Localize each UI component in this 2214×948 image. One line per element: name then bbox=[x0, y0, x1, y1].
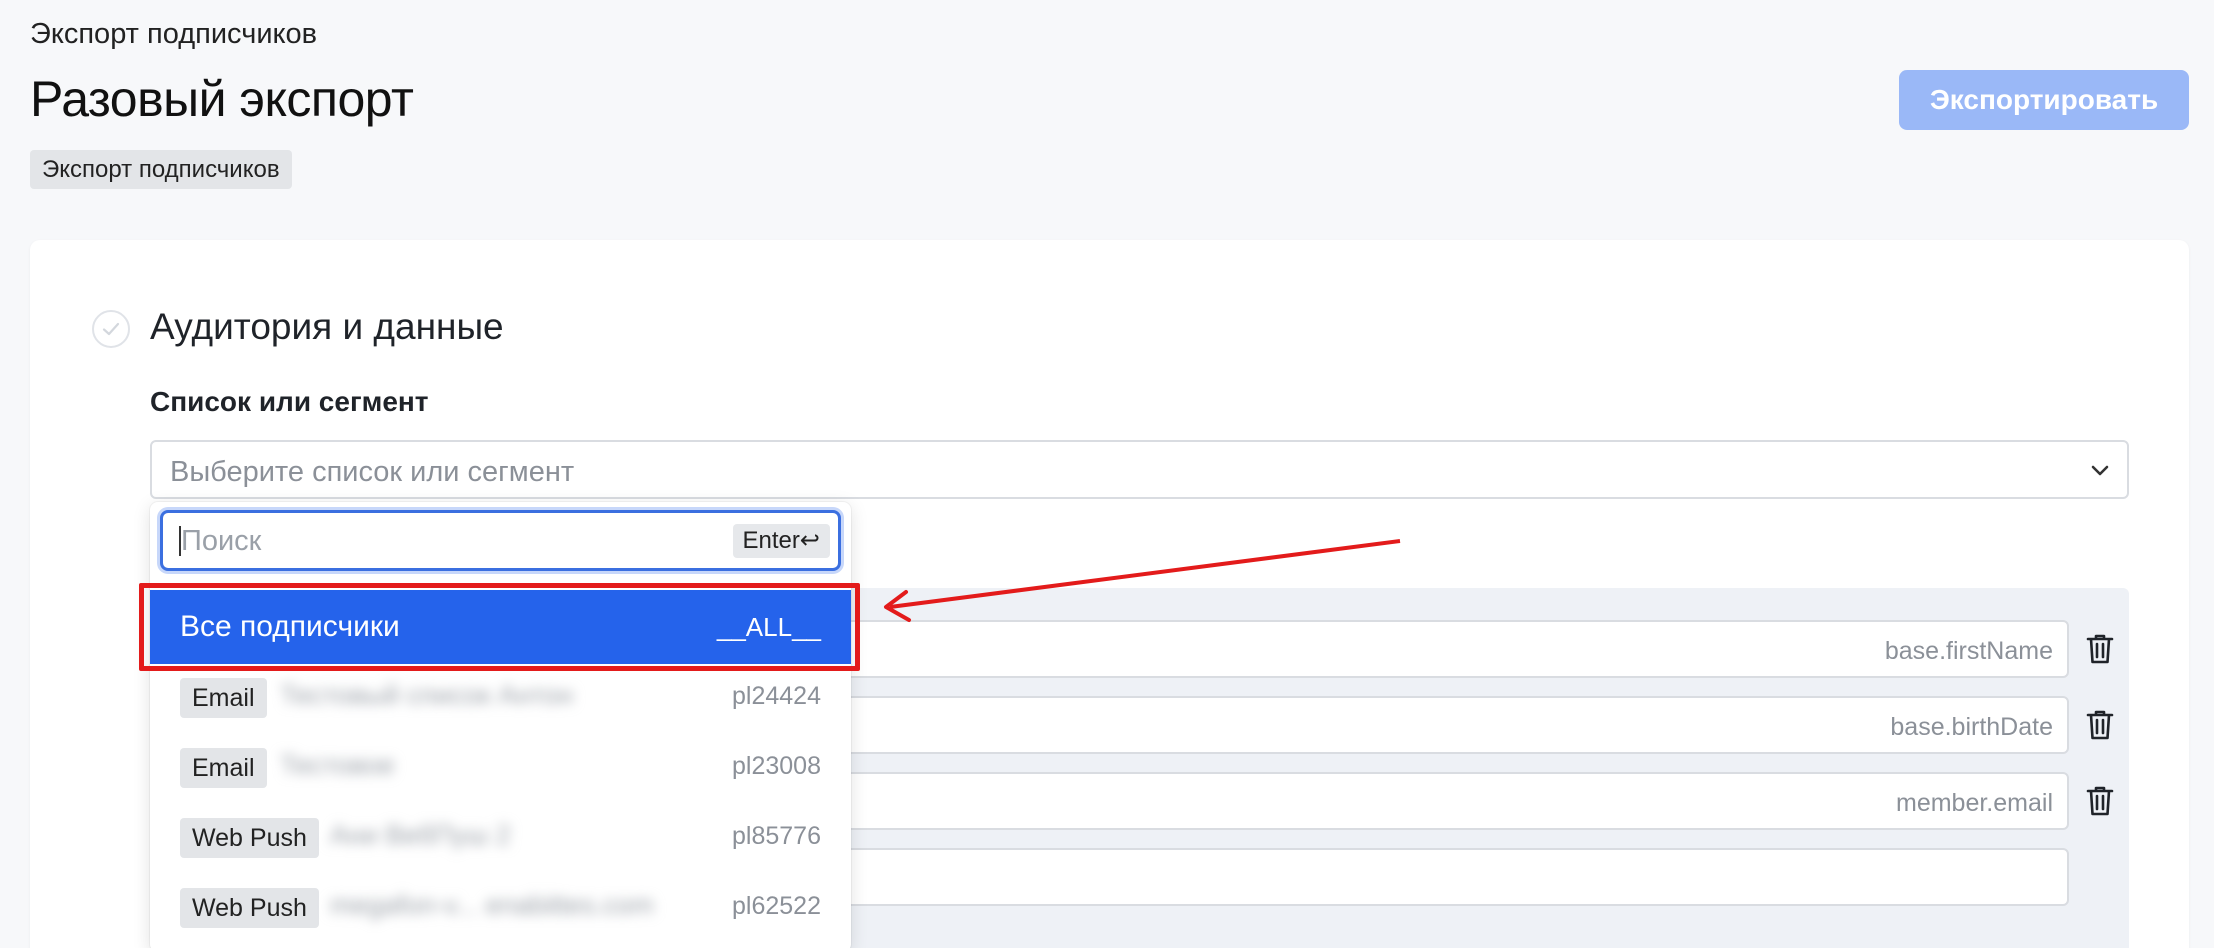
channel-badge: Web Push bbox=[180, 818, 319, 858]
breadcrumb: Экспорт подписчиков bbox=[30, 18, 318, 50]
trash-icon[interactable] bbox=[2085, 708, 2115, 742]
export-button[interactable]: Экспортировать bbox=[1899, 70, 2189, 130]
option-name: megafon-v... enabittes.com bbox=[330, 890, 654, 920]
list-item[interactable]: Web Push Ани ВебПуш 2 pl85776 bbox=[150, 804, 851, 874]
trash-icon[interactable] bbox=[2085, 784, 2115, 818]
mapping-field-value: base.firstName bbox=[1884, 637, 2053, 665]
step-check-icon bbox=[92, 310, 130, 348]
mapping-field-value: base.birthDate bbox=[1890, 713, 2053, 741]
mapping-field-value: member.email bbox=[1896, 789, 2053, 817]
option-code: pl62522 bbox=[732, 892, 821, 920]
trash-icon[interactable] bbox=[2085, 632, 2115, 666]
page-title: Разовый экспорт bbox=[30, 71, 414, 127]
channel-badge: Email bbox=[180, 748, 267, 788]
section-title: Аудитория и данные bbox=[150, 306, 504, 347]
option-name: Тестовый список Антон bbox=[280, 680, 574, 710]
field-mapping-panel: base.firstName base.birthDate member.ema… bbox=[645, 588, 2129, 948]
mapping-field-input[interactable]: member.email bbox=[645, 772, 2069, 830]
chevron-down-icon bbox=[2091, 465, 2109, 476]
option-name: Тестовое bbox=[280, 750, 395, 780]
mapping-field-input[interactable] bbox=[645, 848, 2069, 906]
option-name: Ани ВебПуш 2 bbox=[330, 820, 511, 850]
list-segment-select[interactable]: Выберите список или сегмент bbox=[150, 440, 2129, 499]
enter-key-hint: Enter↩ bbox=[732, 524, 830, 558]
search-placeholder: Поиск bbox=[181, 525, 262, 557]
option-code: pl24424 bbox=[732, 682, 821, 710]
list-item[interactable]: Web Push megafon-v... enabittes.com pl62… bbox=[150, 874, 851, 944]
page-tag: Экспорт подписчиков bbox=[30, 150, 292, 189]
list-item[interactable]: Email Тестовое pl23008 bbox=[150, 734, 851, 804]
option-code: pl23008 bbox=[732, 752, 821, 780]
list-dropdown: Поиск Enter↩ Все подписчики __ALL__ Emai… bbox=[150, 502, 851, 948]
select-placeholder: Выберите список или сегмент bbox=[170, 456, 575, 488]
list-segment-label: Список или сегмент bbox=[150, 386, 429, 417]
list-item[interactable]: Email Тестовый список Антон pl24424 bbox=[150, 664, 851, 734]
dropdown-search-input[interactable]: Поиск Enter↩ bbox=[160, 510, 841, 571]
channel-badge: Web Push bbox=[180, 888, 319, 928]
mapping-field-input[interactable]: base.birthDate bbox=[645, 696, 2069, 754]
channel-badge: Email bbox=[180, 678, 267, 718]
annotation-highlight-frame bbox=[139, 583, 860, 671]
option-code: pl85776 bbox=[732, 822, 821, 850]
text-caret bbox=[179, 526, 181, 556]
